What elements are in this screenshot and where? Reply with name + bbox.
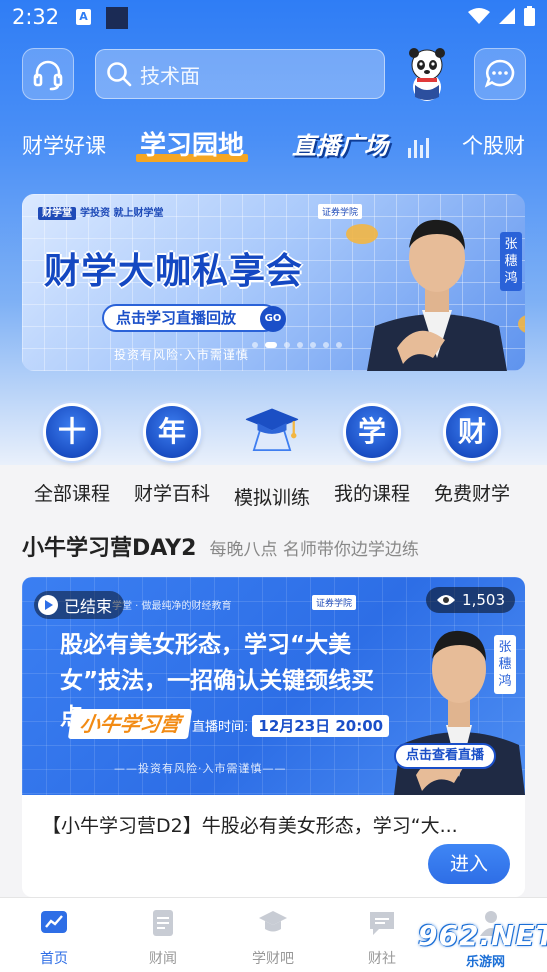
live-time-value: 12月23日 20:00 — [252, 715, 390, 737]
search-input[interactable]: 技术面 — [95, 49, 385, 99]
graduation-cap-icon — [244, 408, 300, 452]
scroll-badge-icon: 学 — [343, 403, 401, 461]
promo-banner[interactable]: 财学堂 学投资 就上财学堂 证券学院 财学大咖私享会 点击学习直播回放 GO 投资… — [22, 194, 525, 371]
watermark-sub: 乐游网 — [466, 955, 506, 970]
battery-icon — [524, 6, 535, 26]
live-time: 直播时间: 12月23日 20:00 — [192, 715, 390, 737]
course-card[interactable]: 学堂 · 做最纯净的财经教育 证券学院 股必有美女形态，学习“大美女”技法，一招… — [22, 577, 525, 897]
banner-logo: 财学堂 学投资 就上财学堂 — [38, 204, 164, 220]
eye-icon — [437, 595, 456, 605]
view-count-badge: 1,503 — [426, 587, 515, 613]
site-watermark: 962.NET 乐游网 — [412, 917, 547, 970]
banner-tag: 证券学院 — [318, 204, 363, 219]
banner-title: 财学大咖私享会 — [44, 251, 304, 292]
tab-gegu[interactable]: 个股财 — [462, 124, 525, 168]
cover-tag: 证券学院 — [312, 595, 357, 610]
banner-presenter-photo — [367, 219, 507, 371]
quick-entry-simulation[interactable]: 模拟训练 — [222, 395, 322, 510]
notification-a-icon: A — [76, 9, 91, 25]
banner-replay-button[interactable]: 点击学习直播回放 — [102, 304, 279, 332]
banner-dot[interactable] — [284, 342, 290, 348]
banner-risk-notice: 投资有风险·入市需谨慎 — [114, 348, 249, 362]
quick-entry-my-courses[interactable]: 学 我的课程 — [322, 395, 422, 506]
banner-dot[interactable] — [252, 342, 258, 348]
quick-entry-label: 模拟训练 — [233, 487, 310, 509]
message-icon — [370, 912, 394, 935]
tab-caixue-haoke[interactable]: 财学好课 — [22, 124, 106, 168]
live-status-badge: 已结束 — [34, 591, 125, 619]
section-title: 小牛学习营DAY2 — [22, 536, 197, 561]
system-icons — [468, 6, 535, 26]
nav-community[interactable]: 财社 — [347, 908, 417, 968]
quick-entry-label: 免费财学 — [433, 483, 510, 505]
nav-label: 首页 — [40, 951, 68, 967]
quick-entry-grid: 十 全部课程 年 财学百科 模拟训练 学 我的课程 财 免费财学 — [0, 395, 547, 510]
view-count: 1,503 — [462, 591, 505, 609]
tab-zhibo-guangchang[interactable]: 直播广场 — [292, 124, 388, 168]
chat-bubble-icon — [484, 59, 515, 88]
section-header: 小牛学习营DAY2 每晚八点 名师带你边学边练 — [22, 530, 419, 562]
camp-logo: 小牛学习营 — [67, 709, 193, 739]
banner-pagination — [252, 342, 342, 348]
banner-dot[interactable] — [336, 342, 342, 348]
nav-label: 财闻 — [149, 951, 177, 967]
quick-entry-encyclopedia[interactable]: 年 财学百科 — [122, 395, 222, 506]
live-time-label: 直播时间: — [192, 720, 249, 735]
headset-icon — [33, 60, 63, 91]
quick-entry-all-courses[interactable]: 十 全部课程 — [22, 395, 122, 506]
graduation-cap-nav-icon — [259, 911, 287, 932]
live-status-label: 已结束 — [64, 597, 113, 616]
nav-home[interactable]: 首页 — [19, 908, 89, 968]
banner-go-button[interactable]: GO — [260, 306, 286, 332]
watermark-main: 962.NET — [418, 919, 547, 952]
home-chart-icon — [41, 911, 67, 933]
tab-xuexi-yuandi[interactable]: 学习园地 — [135, 124, 249, 168]
section-subtitle: 每晚八点 名师带你边学边练 — [209, 540, 419, 560]
course-title[interactable]: 【小牛学习营D2】牛股必有美女形态，学习“大... — [42, 811, 512, 838]
quick-entry-label: 全部课程 — [33, 483, 110, 505]
banner-dot[interactable] — [310, 342, 316, 348]
nav-forum[interactable]: 学财吧 — [238, 908, 308, 968]
messages-button[interactable] — [474, 48, 526, 100]
quick-entry-label: 财学百科 — [133, 483, 210, 505]
banner-dot[interactable] — [265, 342, 277, 348]
status-bar: 2:32 A — [0, 0, 547, 36]
news-icon — [153, 910, 173, 936]
banner-brand: 财学堂 — [38, 207, 76, 220]
search-icon — [107, 62, 132, 87]
scroll-badge-icon: 十 — [43, 403, 101, 461]
search-placeholder: 技术面 — [140, 63, 200, 88]
cover-risk-notice: ——投资有风险·入市需谨慎—— — [114, 762, 287, 775]
nav-label: 财社 — [368, 951, 396, 967]
live-bars-icon — [408, 136, 429, 158]
watch-live-button[interactable]: 点击查看直播 — [394, 743, 497, 769]
play-icon — [38, 595, 58, 615]
wifi-icon — [468, 8, 490, 24]
signal-icon — [499, 8, 515, 24]
status-time: 2:32 — [12, 5, 60, 29]
banner-presenter-name: 张穗鸿 — [500, 232, 522, 291]
customer-service-button[interactable] — [22, 48, 74, 100]
banner-dot[interactable] — [323, 342, 329, 348]
panda-mascot-icon[interactable] — [402, 45, 452, 103]
quick-entry-free-learning[interactable]: 财 免费财学 — [422, 395, 522, 506]
enter-button[interactable]: 进入 — [428, 844, 510, 884]
quick-entry-label: 我的课程 — [333, 483, 410, 505]
cover-slogan: 学堂 · 做最纯净的财经教育 — [112, 601, 232, 612]
scroll-badge-icon: 年 — [143, 403, 201, 461]
nav-label: 学财吧 — [252, 951, 294, 967]
scroll-badge-icon: 财 — [443, 403, 501, 461]
course-cover-image[interactable]: 学堂 · 做最纯净的财经教育 证券学院 股必有美女形态，学习“大美女”技法，一招… — [22, 577, 525, 795]
banner-slogan: 学投资 就上财学堂 — [80, 208, 164, 219]
nav-news[interactable]: 财闻 — [128, 908, 198, 968]
banner-dot[interactable] — [297, 342, 303, 348]
cover-presenter-name: 张穗鸿 — [494, 635, 516, 694]
category-tabs: 财学好课 学习园地 直播广场 个股财 — [0, 124, 547, 168]
notification-square-icon — [106, 7, 128, 29]
